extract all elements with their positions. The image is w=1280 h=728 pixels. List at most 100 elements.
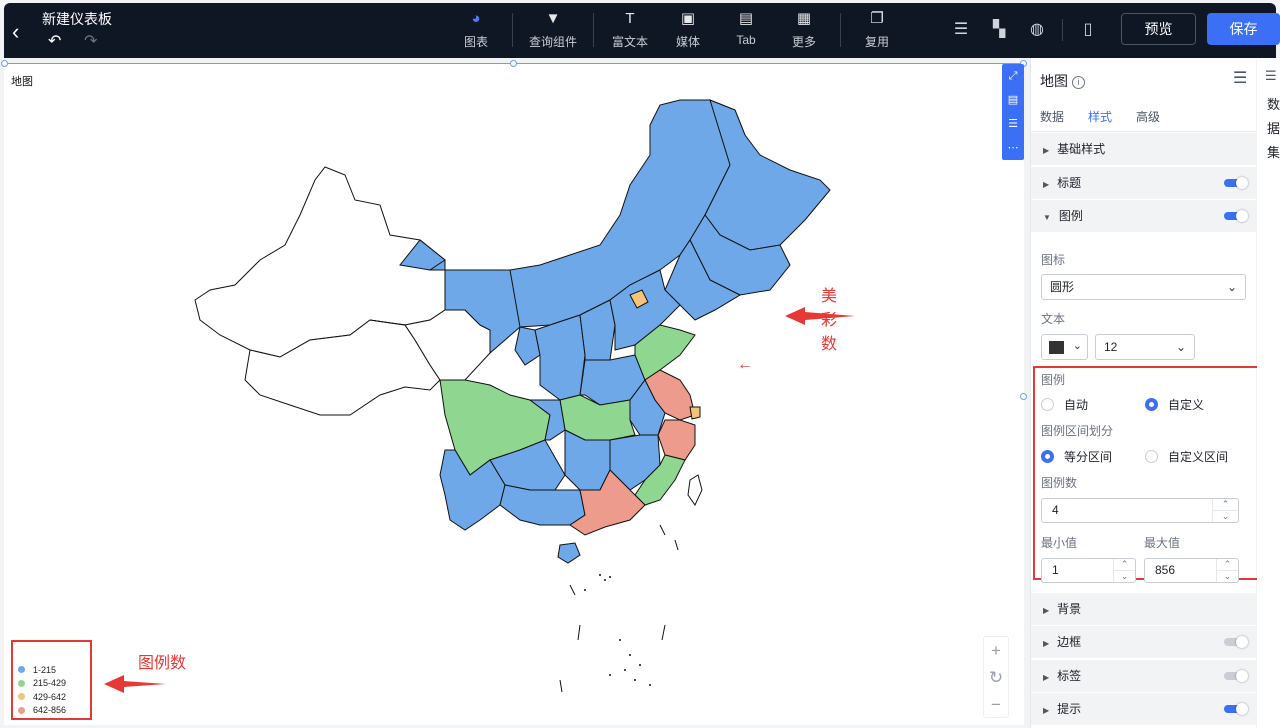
map-region-guangxi bbox=[499, 484, 586, 526]
chevron-down-icon: ⌄ bbox=[1072, 340, 1082, 352]
legend-item[interactable]: 429-642 bbox=[18, 690, 66, 704]
min-value-input[interactable]: 1 ⌃ ⌄ bbox=[1041, 558, 1136, 583]
chevron-up-icon: ⌃ bbox=[1213, 499, 1238, 511]
title-toggle[interactable] bbox=[1224, 177, 1248, 189]
text-icon: T bbox=[625, 10, 635, 27]
tab-icon: ▤ bbox=[738, 10, 754, 27]
label-toggle[interactable] bbox=[1224, 670, 1248, 682]
sliders-icon[interactable]: ☰ bbox=[1002, 112, 1024, 136]
section-tooltip[interactable]: ▶ 提示 bbox=[1031, 692, 1256, 725]
text-color-picker[interactable]: ⌄ bbox=[1041, 334, 1088, 360]
tool-reuse[interactable]: ❐ 复用 bbox=[855, 9, 899, 53]
zoom-control: + ↻ − bbox=[983, 636, 1009, 718]
panel-tabs: 数据 样式 高级 bbox=[1040, 108, 1184, 133]
border-toggle[interactable] bbox=[1224, 636, 1248, 648]
chevron-left-icon[interactable]: ‹ bbox=[12, 19, 19, 45]
copy-icon: ❐ bbox=[870, 10, 884, 27]
font-size-select[interactable]: 12 ⌄ bbox=[1095, 334, 1195, 360]
tool-chart[interactable]: ◕ 图表 bbox=[454, 9, 498, 53]
info-icon[interactable]: i bbox=[1072, 76, 1085, 89]
max-label: 最大值 bbox=[1144, 536, 1181, 550]
tab-data[interactable]: 数据 bbox=[1040, 108, 1064, 133]
resize-handle[interactable] bbox=[510, 60, 517, 67]
arrow-icon bbox=[104, 675, 166, 693]
filter-icon: ▼ bbox=[545, 10, 561, 27]
save-button[interactable]: 保存 bbox=[1207, 13, 1280, 45]
tab-advanced[interactable]: 高级 bbox=[1136, 108, 1160, 133]
dataset-tab[interactable]: 数据集 bbox=[1267, 93, 1280, 165]
radio-interval-custom[interactable]: 自定义区间 bbox=[1145, 448, 1228, 465]
sliders-icon[interactable]: ☰ bbox=[948, 19, 974, 41]
radio-legend-auto[interactable]: 自动 bbox=[1041, 396, 1088, 413]
tool-query[interactable]: ▼ 查询组件 bbox=[527, 9, 579, 53]
annotation-color-count: 美彩数 ← bbox=[737, 288, 838, 373]
chevron-down-icon: ⌄ bbox=[1221, 510, 1230, 521]
chevron-up-icon: ⌃ bbox=[1114, 559, 1135, 571]
dashboard-title[interactable]: 新建仪表板 bbox=[42, 9, 112, 29]
expand-icon[interactable]: ⤢ bbox=[1002, 64, 1024, 88]
annotation-legend-count: 图例数 bbox=[138, 655, 187, 672]
zoom-in-icon[interactable]: + bbox=[984, 637, 1008, 664]
map-region-shaanxi bbox=[534, 314, 586, 401]
chevron-down-icon: ⌄ bbox=[1120, 570, 1129, 581]
interval-label: 图例区间划分 bbox=[1041, 424, 1114, 438]
legend-item[interactable]: 1-215 bbox=[18, 663, 66, 677]
legend-count-input[interactable]: 4 ⌃ ⌄ bbox=[1041, 498, 1239, 523]
radio-legend-custom[interactable]: 自定义 bbox=[1145, 396, 1204, 413]
radio-interval-equal[interactable]: 等分区间 bbox=[1041, 448, 1112, 465]
legend-toggle[interactable] bbox=[1224, 210, 1248, 222]
menu-icon[interactable]: ☰ bbox=[1233, 68, 1247, 88]
panel-title: 地图 i bbox=[1040, 71, 1085, 91]
preview-button[interactable]: 预览 bbox=[1121, 13, 1196, 45]
zoom-out-icon[interactable]: − bbox=[984, 691, 1008, 718]
tab-style[interactable]: 样式 bbox=[1088, 108, 1113, 133]
tool-tab[interactable]: ▤ Tab bbox=[724, 9, 768, 53]
mobile-icon[interactable]: ▯ bbox=[1075, 19, 1101, 41]
map-region-hainan bbox=[557, 542, 581, 564]
min-label: 最小值 bbox=[1041, 536, 1078, 550]
tool-richtext[interactable]: T 富文本 bbox=[608, 9, 652, 53]
tool-more[interactable]: ▦ 更多 bbox=[782, 9, 826, 53]
text-label: 文本 bbox=[1041, 312, 1066, 326]
right-toolbar: ☰ ▚ ◍ ▯ bbox=[948, 19, 1113, 41]
image-icon: ▣ bbox=[680, 10, 696, 27]
reset-icon[interactable]: ↻ bbox=[984, 664, 1008, 691]
section-border[interactable]: ▶ 边框 bbox=[1031, 625, 1256, 658]
pie-chart-icon: ◕ bbox=[471, 10, 481, 27]
icon-select[interactable]: 圆形 ⌄ bbox=[1041, 274, 1246, 300]
chevron-down-icon: ⌄ bbox=[1175, 340, 1186, 354]
map-legend: 1-215 215-429 429-642 642-856 bbox=[18, 663, 66, 717]
map-region-shanghai bbox=[689, 406, 701, 420]
icon-label: 图标 bbox=[1041, 253, 1066, 267]
document-icon[interactable]: ▤ bbox=[1002, 88, 1024, 112]
chevron-down-icon: ⌄ bbox=[1226, 280, 1237, 294]
toolbar: ◕ 图表 ▼ 查询组件 T 富文本 ▣ 媒体 ▤ Tab ▦ 更多 ❐ 复用 bbox=[454, 9, 913, 53]
tooltip-toggle[interactable] bbox=[1224, 703, 1248, 715]
layout-icon[interactable]: ▚ bbox=[986, 19, 1012, 41]
palette-icon[interactable]: ◍ bbox=[1024, 19, 1050, 41]
section-label[interactable]: ▶ 标签 bbox=[1031, 659, 1256, 692]
arrow-icon bbox=[785, 307, 855, 325]
chevron-down-icon: ⌄ bbox=[1223, 570, 1232, 581]
top-bar: ‹ 新建仪表板 ↶ ↷ ◕ 图表 ▼ 查询组件 T 富文本 ▣ 媒体 ▤ Tab ▦ 更多 … bbox=[4, 3, 1280, 58]
resize-handle[interactable] bbox=[1, 60, 8, 67]
legend-count-label: 图例数 bbox=[1041, 476, 1078, 490]
map-region-taiwan bbox=[687, 474, 703, 506]
section-legend[interactable]: ▼ 图例 bbox=[1031, 199, 1256, 232]
section-basic-style[interactable]: ▶ 基础样式 bbox=[1031, 132, 1256, 165]
chart-title: 地图 bbox=[11, 76, 33, 88]
legend-item[interactable]: 215-429 bbox=[18, 677, 66, 691]
tool-media[interactable]: ▣ 媒体 bbox=[666, 9, 710, 53]
chart-side-tools: ⤢ ▤ ☰ ⋯ bbox=[1002, 64, 1024, 160]
grid-icon: ▦ bbox=[796, 10, 812, 27]
more-icon[interactable]: ⋯ bbox=[1002, 136, 1024, 160]
redo-icon[interactable]: ↷ bbox=[84, 31, 97, 51]
collapse-icon[interactable]: ☰ bbox=[1265, 68, 1277, 84]
china-map[interactable] bbox=[190, 95, 840, 695]
section-title[interactable]: ▶ 标题 bbox=[1031, 166, 1256, 199]
legend-item[interactable]: 642-856 bbox=[18, 704, 66, 718]
resize-handle[interactable] bbox=[1020, 393, 1027, 400]
section-background[interactable]: ▶ 背景 bbox=[1031, 592, 1256, 625]
undo-icon[interactable]: ↶ bbox=[48, 31, 61, 51]
max-value-input[interactable]: 856 ⌃ ⌄ bbox=[1144, 558, 1239, 583]
